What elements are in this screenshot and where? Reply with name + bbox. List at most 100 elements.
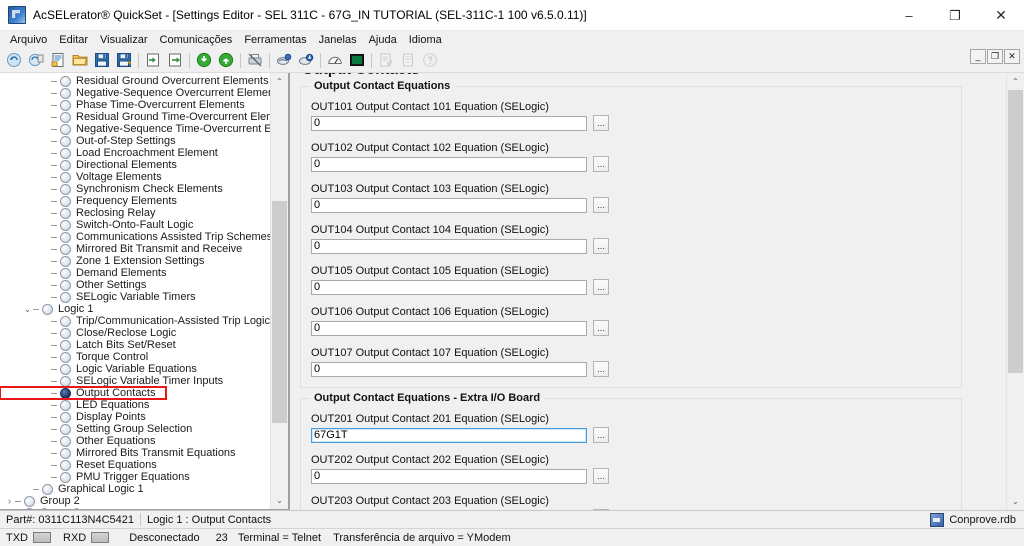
menu-editar[interactable]: Editar [53, 33, 94, 47]
save-icon[interactable] [91, 50, 112, 71]
menu-visualizar[interactable]: Visualizar [94, 33, 154, 47]
content-scroll-up-arrow[interactable]: ⌃ [1007, 73, 1024, 90]
tree-item[interactable]: Out-of-Step Settings [0, 135, 271, 147]
tree-vertical-scrollbar[interactable]: ⌃ ⌄ [270, 73, 288, 509]
menu-ajuda[interactable]: Ajuda [363, 33, 403, 47]
chevron-down-icon[interactable]: ⌄ [22, 303, 33, 315]
tree-item[interactable]: Logic Variable Equations [0, 363, 271, 375]
equation-input[interactable] [311, 197, 587, 213]
settings-tree[interactable]: Residual Ground Overcurrent Elements Nega… [0, 73, 271, 509]
print-disabled-icon[interactable] [244, 50, 265, 71]
connect-icon[interactable] [273, 50, 294, 71]
tree-item[interactable]: LED Equations [0, 399, 271, 411]
tree-item[interactable]: SELogic Variable Timers [0, 291, 271, 303]
tree-item[interactable]: Negative-Sequence Time-Overcurrent Eleme… [0, 123, 271, 135]
equation-input[interactable] [311, 509, 587, 510]
equation-browse-button[interactable]: ... [593, 156, 609, 172]
equation-input[interactable] [311, 238, 587, 254]
tree-item[interactable]: Load Encroachment Element [0, 147, 271, 159]
chevron-right-icon[interactable]: › [4, 507, 15, 509]
equation-browse-button[interactable]: ... [593, 427, 609, 443]
help-icon[interactable] [419, 50, 440, 71]
mdi-minimize-button[interactable]: _ [970, 49, 986, 64]
tree-item[interactable]: Setting Group Selection [0, 423, 271, 435]
tree-scroll-down-arrow[interactable]: ⌄ [271, 492, 288, 509]
tree-item[interactable]: › Group 3 [0, 507, 271, 509]
equation-browse-button[interactable]: ... [593, 320, 609, 336]
tree-item[interactable]: Latch Bits Set/Reset [0, 339, 271, 351]
equation-input[interactable] [311, 427, 587, 443]
new-from-device-icon[interactable] [25, 50, 46, 71]
maximize-button[interactable]: ❐ [932, 0, 978, 30]
send-to-device-icon[interactable] [215, 50, 236, 71]
content-vertical-scrollbar[interactable]: ⌃ ⌄ [1006, 73, 1024, 510]
equation-browse-button[interactable]: ... [593, 279, 609, 295]
tree-item[interactable]: Communications Assisted Trip Schemes [0, 231, 271, 243]
equation-input[interactable] [311, 361, 587, 377]
equation-browse-button[interactable]: ... [593, 361, 609, 377]
equation-input[interactable] [311, 320, 587, 336]
tree-item[interactable]: ⌄ Logic 1 [0, 303, 271, 315]
equation-input[interactable] [311, 279, 587, 295]
disconnect-icon[interactable] [295, 50, 316, 71]
menu-janelas[interactable]: Janelas [313, 33, 363, 47]
tree-item[interactable]: Directional Elements [0, 159, 271, 171]
equation-input[interactable] [311, 156, 587, 172]
menu-arquivo[interactable]: Arquivo [4, 33, 53, 47]
equation-browse-button[interactable]: ... [593, 468, 609, 484]
tree-item[interactable]: Torque Control [0, 351, 271, 363]
chevron-right-icon[interactable]: › [4, 495, 15, 507]
tree-item[interactable]: Residual Ground Overcurrent Elements [0, 75, 271, 87]
minimize-button[interactable]: – [886, 0, 932, 30]
tree-item[interactable]: Mirrored Bit Transmit and Receive [0, 243, 271, 255]
import-settings-icon[interactable] [142, 50, 163, 71]
open-file-icon[interactable] [47, 50, 68, 71]
menu-ferramentas[interactable]: Ferramentas [238, 33, 312, 47]
export-settings-icon[interactable] [164, 50, 185, 71]
menu-comunicacoes[interactable]: Comunicações [154, 33, 239, 47]
tree-item[interactable]: Voltage Elements [0, 171, 271, 183]
tree-item[interactable]: Synchronism Check Elements [0, 183, 271, 195]
tree-item[interactable]: Display Points [0, 411, 271, 423]
equation-browse-button[interactable]: ... [593, 509, 609, 510]
tree-item[interactable]: › Group 2 [0, 495, 271, 507]
tree-item[interactable]: Reclosing Relay [0, 207, 271, 219]
tree-item[interactable]: Zone 1 Extension Settings [0, 255, 271, 267]
menu-idioma[interactable]: Idioma [403, 33, 448, 47]
new-icon[interactable] [3, 50, 24, 71]
content-scroll-down-arrow[interactable]: ⌄ [1007, 493, 1024, 510]
tree-item[interactable]: Reset Equations [0, 459, 271, 471]
equation-browse-button[interactable]: ... [593, 115, 609, 131]
tree-item[interactable]: Graphical Logic 1 [0, 483, 271, 495]
tree-item[interactable]: Trip/Communication-Assisted Trip Logic [0, 315, 271, 327]
save-as-icon[interactable] [113, 50, 134, 71]
tree-item[interactable]: Other Settings [0, 279, 271, 291]
mdi-close-button[interactable]: ✕ [1004, 49, 1020, 64]
tree-item[interactable]: Demand Elements [0, 267, 271, 279]
meter-icon[interactable] [324, 50, 345, 71]
report-icon[interactable] [397, 50, 418, 71]
content-scrollbar-thumb[interactable] [1008, 90, 1023, 373]
tree-item[interactable]: Phase Time-Overcurrent Elements [0, 99, 271, 111]
tree-scrollbar-thumb[interactable] [272, 201, 287, 423]
equation-input[interactable] [311, 468, 587, 484]
tree-item[interactable]: Negative-Sequence Overcurrent Elements [0, 87, 271, 99]
edit-doc-icon[interactable] [375, 50, 396, 71]
equation-browse-button[interactable]: ... [593, 238, 609, 254]
tree-item[interactable]: Mirrored Bits Transmit Equations [0, 447, 271, 459]
tree-item[interactable]: PMU Trigger Equations [0, 471, 271, 483]
tree-item[interactable]: Other Equations [0, 435, 271, 447]
close-button[interactable]: ✕ [978, 0, 1024, 30]
tree-item[interactable]: SELogic Variable Timer Inputs [0, 375, 271, 387]
equation-browse-button[interactable]: ... [593, 197, 609, 213]
tree-scroll-up-arrow[interactable]: ⌃ [271, 73, 288, 90]
tree-item[interactable]: Close/Reclose Logic [0, 327, 271, 339]
equation-input[interactable] [311, 115, 587, 131]
tree-item[interactable]: Output Contacts [0, 386, 167, 400]
open-folder-icon[interactable] [69, 50, 90, 71]
terminal-icon[interactable] [346, 50, 367, 71]
mdi-restore-button[interactable]: ❐ [987, 49, 1003, 64]
read-from-device-icon[interactable] [193, 50, 214, 71]
tree-item[interactable]: Frequency Elements [0, 195, 271, 207]
tree-item[interactable]: Switch-Onto-Fault Logic [0, 219, 271, 231]
